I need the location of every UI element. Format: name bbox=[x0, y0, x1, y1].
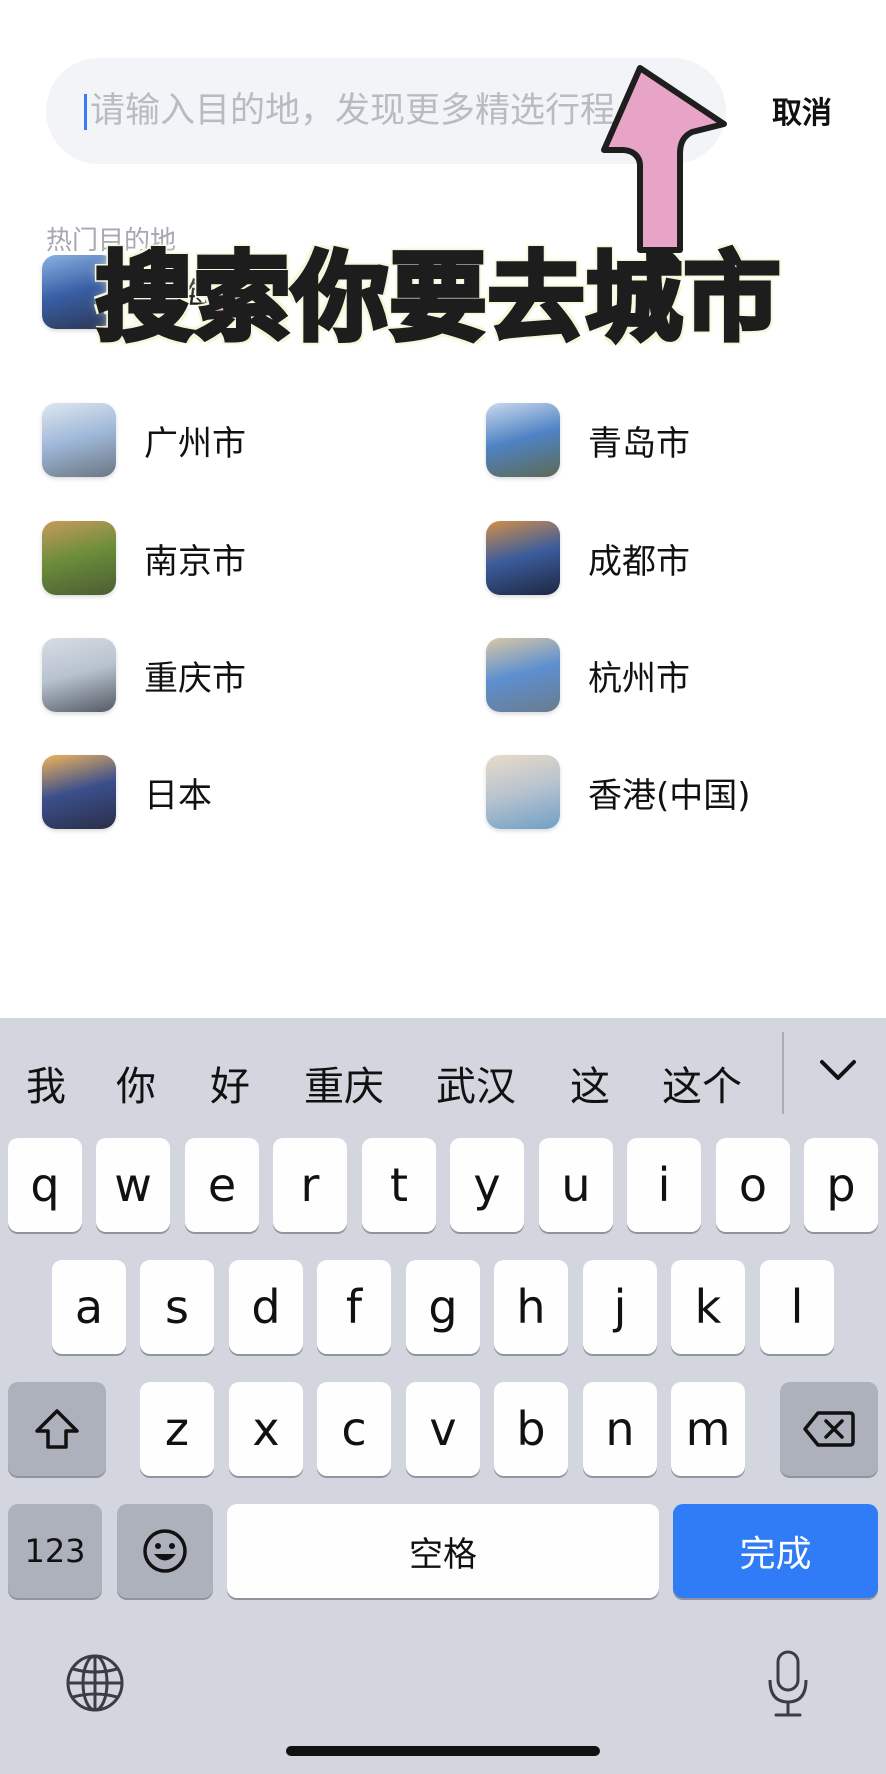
destination-thumbnail bbox=[42, 403, 116, 477]
key-r[interactable]: r bbox=[273, 1138, 347, 1232]
shift-icon bbox=[35, 1409, 79, 1449]
key-l[interactable]: l bbox=[760, 1260, 834, 1354]
destination-thumbnail bbox=[486, 403, 560, 477]
candidate-bar: 我 你 好 重庆 武汉 这 这个 bbox=[0, 1018, 886, 1128]
destination-name: 青岛市 bbox=[588, 423, 690, 464]
home-indicator bbox=[286, 1746, 600, 1756]
key-o[interactable]: o bbox=[716, 1138, 790, 1232]
text-cursor bbox=[84, 94, 87, 130]
key-f[interactable]: f bbox=[317, 1260, 391, 1354]
candidate-word[interactable]: 我 bbox=[26, 1054, 66, 1112]
done-key[interactable]: 完成 bbox=[673, 1504, 878, 1598]
key-j[interactable]: j bbox=[583, 1260, 657, 1354]
destination-item[interactable]: 广州市 bbox=[42, 398, 246, 482]
space-key[interactable]: 空格 bbox=[227, 1504, 659, 1598]
key-e[interactable]: e bbox=[185, 1138, 259, 1232]
destination-thumbnail bbox=[42, 521, 116, 595]
shift-key[interactable] bbox=[8, 1382, 106, 1476]
numbers-key[interactable]: 123 bbox=[8, 1504, 102, 1598]
destination-name: 日本 bbox=[144, 775, 212, 816]
key-t[interactable]: t bbox=[362, 1138, 436, 1232]
destination-item[interactable]: 杭州市 bbox=[486, 633, 690, 717]
destination-name: 成都市 bbox=[588, 541, 690, 582]
destination-name: 杭州市 bbox=[588, 658, 690, 699]
emoji-icon bbox=[143, 1529, 187, 1573]
destination-item[interactable]: 香港(中国) bbox=[486, 750, 751, 834]
key-n[interactable]: n bbox=[583, 1382, 657, 1476]
key-y[interactable]: y bbox=[450, 1138, 524, 1232]
key-w[interactable]: w bbox=[96, 1138, 170, 1232]
destination-name: 南京市 bbox=[144, 541, 246, 582]
destination-item[interactable]: 重庆市 bbox=[42, 633, 246, 717]
destination-name: 广州市 bbox=[144, 423, 246, 464]
key-g[interactable]: g bbox=[406, 1260, 480, 1354]
candidate-word[interactable]: 好 bbox=[210, 1054, 250, 1112]
destination-name: 香港(中国) bbox=[588, 775, 751, 816]
destination-item[interactable]: 青岛市 bbox=[486, 398, 690, 482]
key-p[interactable]: p bbox=[804, 1138, 878, 1232]
candidate-word[interactable]: 你 bbox=[116, 1054, 156, 1112]
key-v[interactable]: v bbox=[406, 1382, 480, 1476]
key-x[interactable]: x bbox=[229, 1382, 303, 1476]
destination-item[interactable]: 日本 bbox=[42, 750, 212, 834]
candidate-word[interactable]: 重庆 bbox=[304, 1054, 384, 1112]
chevron-down-icon[interactable] bbox=[810, 1046, 866, 1094]
key-z[interactable]: z bbox=[140, 1382, 214, 1476]
key-b[interactable]: b bbox=[494, 1382, 568, 1476]
candidate-word[interactable]: 武汉 bbox=[436, 1054, 516, 1112]
candidate-word[interactable]: 这 bbox=[570, 1054, 610, 1112]
cancel-button[interactable]: 取消 bbox=[772, 88, 832, 132]
key-h[interactable]: h bbox=[494, 1260, 568, 1354]
key-k[interactable]: k bbox=[671, 1260, 745, 1354]
destination-item[interactable]: 成都市 bbox=[486, 516, 690, 600]
key-d[interactable]: d bbox=[229, 1260, 303, 1354]
pointer-arrow-icon bbox=[601, 65, 727, 253]
destination-thumbnail bbox=[486, 521, 560, 595]
backspace-icon bbox=[803, 1411, 855, 1447]
destination-thumbnail bbox=[42, 755, 116, 829]
microphone-icon[interactable] bbox=[764, 1648, 812, 1720]
destination-name: 重庆市 bbox=[144, 658, 246, 699]
destination-thumbnail bbox=[486, 638, 560, 712]
key-s[interactable]: s bbox=[140, 1260, 214, 1354]
globe-icon[interactable] bbox=[64, 1652, 126, 1714]
key-i[interactable]: i bbox=[627, 1138, 701, 1232]
destination-item[interactable]: 南京市 bbox=[42, 516, 246, 600]
key-a[interactable]: a bbox=[52, 1260, 126, 1354]
key-q[interactable]: q bbox=[8, 1138, 82, 1232]
candidate-divider bbox=[782, 1032, 784, 1114]
key-u[interactable]: u bbox=[539, 1138, 613, 1232]
emoji-key[interactable] bbox=[117, 1504, 213, 1598]
key-c[interactable]: c bbox=[317, 1382, 391, 1476]
destination-thumbnail bbox=[486, 755, 560, 829]
backspace-key[interactable] bbox=[780, 1382, 878, 1476]
destination-thumbnail bbox=[42, 638, 116, 712]
candidate-word[interactable]: 这个 bbox=[662, 1054, 742, 1112]
key-m[interactable]: m bbox=[671, 1382, 745, 1476]
